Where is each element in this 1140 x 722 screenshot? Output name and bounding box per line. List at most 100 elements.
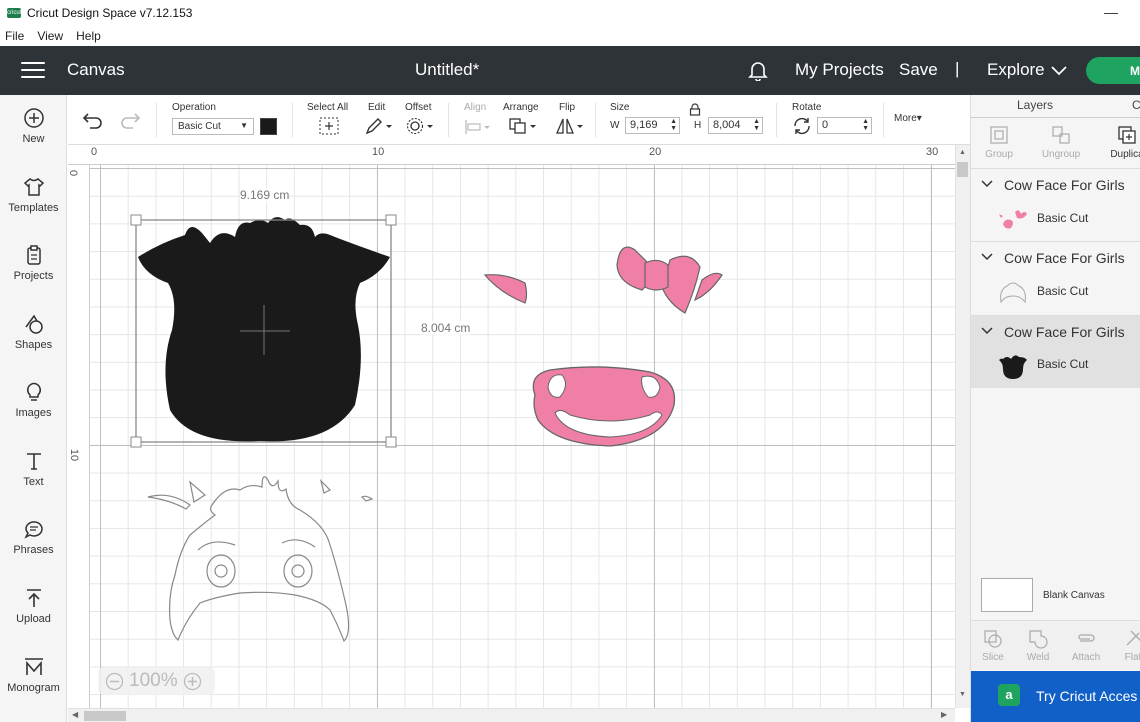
- more-button[interactable]: More▾: [894, 113, 922, 124]
- weld-button[interactable]: Weld: [1016, 629, 1060, 663]
- sidebar-item-upload[interactable]: Upload: [0, 587, 67, 625]
- layer-group-selected[interactable]: Cow Face For Girls Basic Cut: [971, 315, 1140, 388]
- cricut-access-logo-icon: a: [998, 684, 1020, 706]
- height-input[interactable]: 8,004 ▲ ▼: [708, 117, 763, 134]
- chevron-down-icon[interactable]: [1051, 63, 1067, 81]
- width-input[interactable]: 9,169 ▲ ▼: [625, 117, 680, 134]
- layer-item-label: Basic Cut: [1037, 284, 1089, 298]
- offset-icon[interactable]: [406, 117, 434, 138]
- explore-button[interactable]: Explore: [987, 60, 1045, 80]
- zoom-level: 100%: [129, 670, 178, 691]
- undo-icon[interactable]: [82, 111, 104, 132]
- height-label: H: [694, 120, 702, 131]
- arrange-icon[interactable]: [508, 117, 538, 138]
- tab-layers[interactable]: Layers: [1017, 98, 1053, 112]
- layer-group[interactable]: Cow Face For Girls Basic Cut: [971, 168, 1140, 241]
- notifications-bell-icon[interactable]: [748, 60, 768, 86]
- window-title: Cricut Design Space v7.12.153: [27, 5, 193, 20]
- flatten-label: Flat: [1124, 652, 1140, 663]
- ruler-tick-label: 10: [68, 448, 81, 462]
- minimize-button[interactable]: —: [1104, 4, 1118, 20]
- sidebar-item-shapes[interactable]: Shapes: [0, 313, 67, 351]
- flatten-button[interactable]: Flat: [1111, 629, 1140, 663]
- duplicate-button[interactable]: Duplica: [1099, 125, 1140, 160]
- layer-thumbnail: [999, 355, 1027, 379]
- horizontal-ruler: 0 10 20 30: [68, 145, 955, 165]
- layer-group[interactable]: Cow Face For Girls Basic Cut: [971, 241, 1140, 315]
- pink-bow-shape[interactable]: [616, 246, 723, 314]
- scroll-thumb[interactable]: [84, 711, 126, 721]
- stepper-icon[interactable]: ▲ ▼: [753, 118, 760, 132]
- zoom-out-icon[interactable]: [105, 672, 124, 691]
- stepper-icon[interactable]: ▲ ▼: [862, 118, 869, 132]
- menu-view[interactable]: View: [37, 29, 63, 43]
- pink-ear-shape[interactable]: [483, 274, 528, 304]
- zoom-control: 100%: [98, 667, 215, 695]
- sidebar-item-templates[interactable]: Templates: [0, 176, 67, 214]
- sidebar-item-label: Images: [15, 407, 52, 419]
- slice-icon: [984, 630, 1002, 648]
- sidebar-item-monogram[interactable]: Monogram: [0, 656, 67, 694]
- my-projects-button[interactable]: My Projects: [795, 60, 884, 80]
- document-title: Untitled*: [415, 60, 480, 79]
- ruler-tick-label: 20: [649, 146, 662, 158]
- ungroup-icon: [1052, 126, 1070, 144]
- cricut-logo-icon: cricut: [7, 7, 22, 18]
- tab-color-sync[interactable]: C: [1132, 98, 1140, 112]
- bulb-icon: [26, 382, 41, 401]
- select-all-icon[interactable]: [319, 117, 339, 138]
- edit-pen-icon[interactable]: [365, 117, 393, 138]
- sidebar-item-label: Text: [23, 476, 44, 488]
- operation-value: Basic Cut: [178, 121, 221, 132]
- chevron-down-icon[interactable]: [981, 253, 993, 261]
- cow-head-black-shape[interactable]: [138, 217, 390, 442]
- blank-canvas-swatch[interactable]: [981, 578, 1033, 612]
- sidebar-item-images[interactable]: Images: [0, 381, 67, 419]
- slice-button[interactable]: Slice: [971, 629, 1015, 663]
- lock-icon[interactable]: [689, 103, 701, 119]
- stepper-icon[interactable]: ▲ ▼: [670, 118, 677, 132]
- layer-actions-bar: Slice Weld Attach Flat: [971, 620, 1140, 670]
- width-value: 9,169: [630, 119, 658, 131]
- align-icon[interactable]: [464, 119, 492, 138]
- menu-help[interactable]: Help: [76, 29, 101, 43]
- operation-color-swatch[interactable]: [260, 118, 277, 135]
- flip-icon[interactable]: [555, 117, 585, 138]
- zoom-in-icon[interactable]: [183, 672, 202, 691]
- text-icon: [26, 453, 41, 470]
- sidebar-item-projects[interactable]: Projects: [0, 244, 67, 282]
- blank-canvas-label: Blank Canvas: [1043, 590, 1105, 601]
- redo-icon[interactable]: [119, 111, 141, 132]
- group-label: Group: [985, 149, 1013, 160]
- vertical-scrollbar[interactable]: ▲ ▼: [955, 145, 970, 708]
- attach-button[interactable]: Attach: [1064, 629, 1108, 663]
- group-button[interactable]: Group: [971, 125, 1027, 160]
- cricut-access-banner[interactable]: a Try Cricut Acces: [971, 671, 1140, 722]
- flatten-icon: [1126, 630, 1140, 646]
- operation-select[interactable]: Basic Cut ▼: [172, 118, 254, 135]
- menu-file[interactable]: File: [5, 29, 24, 43]
- rotate-icon[interactable]: [792, 117, 812, 138]
- access-banner-text: Try Cricut Acces: [1036, 688, 1138, 704]
- ruler-tick-label: 30: [926, 146, 939, 158]
- sidebar-item-text[interactable]: Text: [0, 450, 67, 488]
- horizontal-scrollbar[interactable]: ◀ ▶: [68, 708, 955, 722]
- select-all-label: Select All: [307, 102, 349, 113]
- shirt-icon: [23, 178, 44, 196]
- sidebar-item-phrases[interactable]: Phrases: [0, 518, 67, 556]
- hamburger-menu-icon[interactable]: [21, 62, 45, 78]
- sidebar-item-label: Upload: [16, 613, 51, 625]
- ungroup-button[interactable]: Ungroup: [1033, 125, 1089, 160]
- scroll-thumb[interactable]: [957, 162, 968, 177]
- sidebar-item-new[interactable]: New: [0, 107, 67, 145]
- cow-outline-shape[interactable]: [147, 476, 374, 643]
- chevron-down-icon[interactable]: [981, 180, 993, 188]
- save-button[interactable]: Save: [899, 60, 938, 80]
- edit-toolbar: Operation Basic Cut ▼ Select All Edit Off…: [68, 95, 970, 145]
- chevron-down-icon[interactable]: [981, 327, 993, 335]
- paperclip-icon: [1078, 634, 1095, 642]
- make-it-button[interactable]: M: [1086, 57, 1140, 84]
- pink-snout-shape[interactable]: [532, 366, 676, 447]
- ruler-tick-label: 0: [91, 146, 98, 158]
- rotate-input[interactable]: 0 ▲ ▼: [817, 117, 872, 134]
